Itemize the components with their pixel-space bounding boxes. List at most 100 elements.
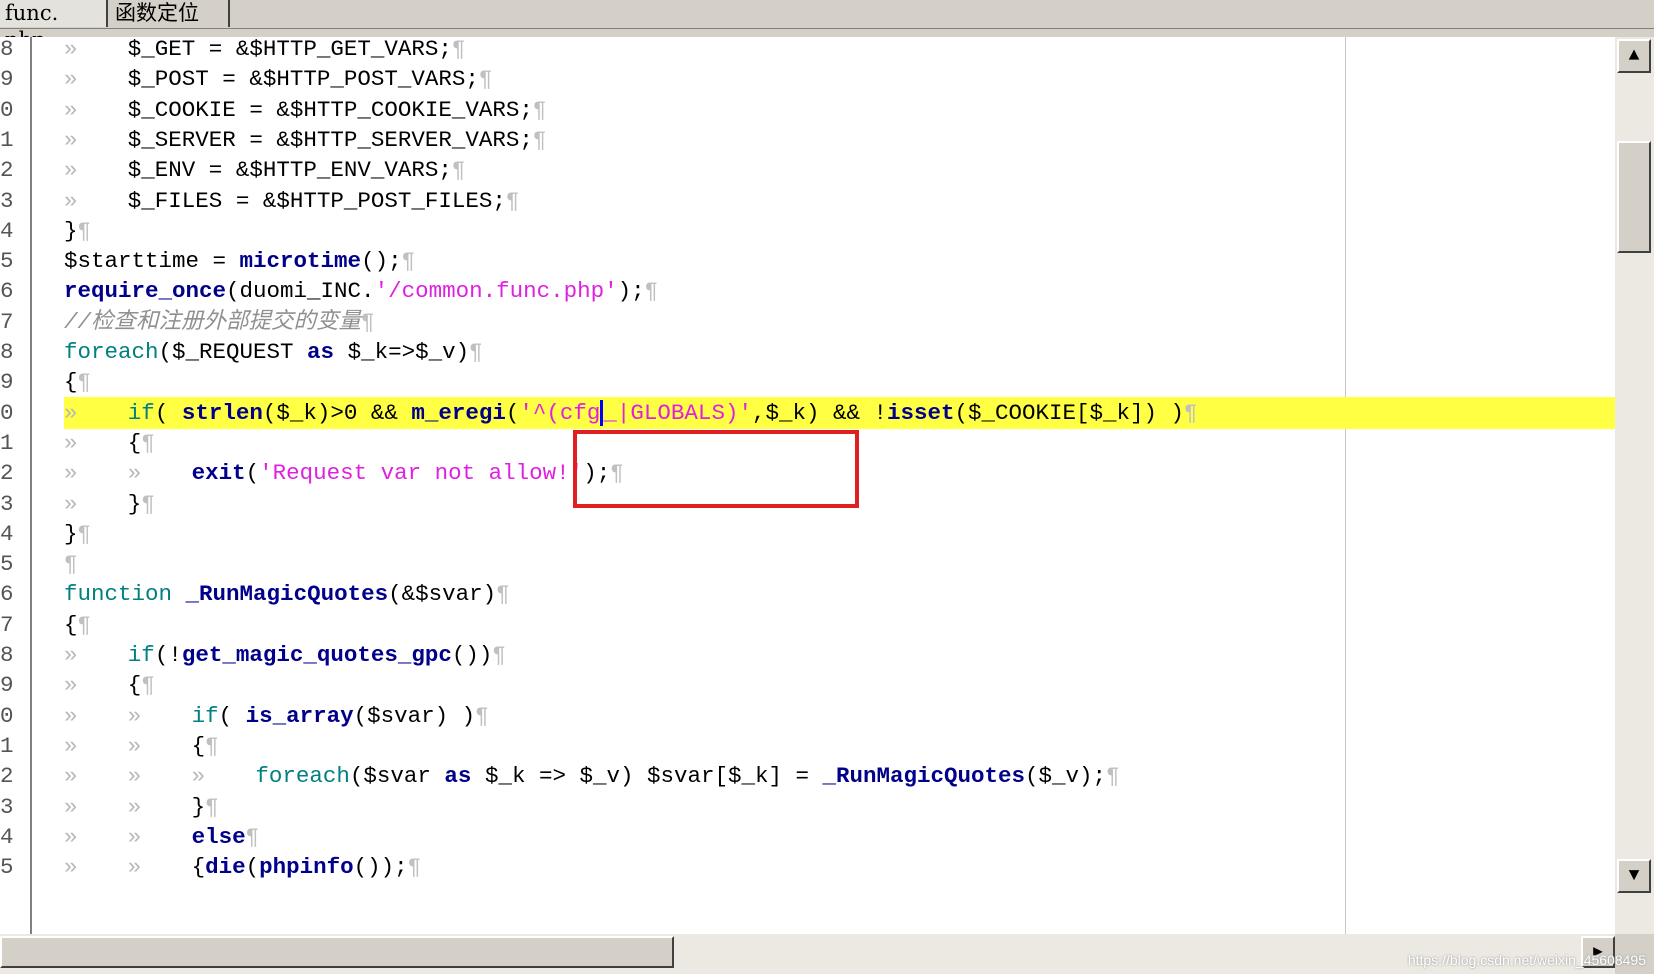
line-number: 5 bbox=[0, 248, 14, 275]
eol-marker: ¶ bbox=[141, 490, 155, 517]
line-number: 7 bbox=[0, 308, 14, 335]
code-line[interactable]: 6 require_once(duomi_INC.'/common.func.ph… bbox=[0, 275, 1615, 307]
code-text: » $_ENV = &$HTTP_ENV_VARS;¶ bbox=[64, 154, 1615, 186]
code-line[interactable]: 3 » »}¶ bbox=[0, 791, 1615, 823]
code-editor[interactable]: 8 » $_GET = &$HTTP_GET_VARS; ¶ 9 » $_POST = &$… bbox=[0, 37, 1615, 934]
code-token: ($_COOKIE[$_k]) ) bbox=[954, 399, 1185, 426]
code-token: (! bbox=[154, 642, 182, 668]
code-line[interactable]: 7 //检查和注册外部提交的变量¶ bbox=[0, 306, 1615, 338]
code-line[interactable]: 2 » $_ENV = &$HTTP_ENV_VARS;¶ bbox=[0, 154, 1615, 186]
code-text: » » if( is_array($svar) )¶ bbox=[64, 700, 1615, 732]
code-text: » $_GET = &$HTTP_GET_VARS;¶ bbox=[64, 37, 1615, 65]
line-number: 8 bbox=[0, 642, 14, 668]
line-number: 5 bbox=[0, 854, 14, 881]
scroll-down-icon[interactable]: ▼ bbox=[1617, 859, 1651, 893]
code-token: $_COOKIE = &$HTTP_COOKIE_VARS; bbox=[127, 96, 533, 123]
code-line[interactable]: 8 foreach($_REQUEST as $_k=>$_v)¶ bbox=[0, 336, 1615, 368]
tab-function-locate[interactable]: 函数定位 bbox=[110, 0, 230, 27]
eol-marker: ¶ bbox=[532, 126, 547, 153]
code-line[interactable]: 2 » » exit('Request var not allow!');¶ bbox=[0, 457, 1615, 489]
tab-marker: » bbox=[127, 732, 142, 759]
code-token: $_POST = &$HTTP_POST_VARS; bbox=[127, 66, 479, 93]
code-token: require_once bbox=[64, 278, 227, 305]
code-line[interactable]: 8 » $_GET = &$HTTP_GET_VARS;¶ bbox=[0, 37, 1615, 65]
eol-marker: ¶ bbox=[205, 732, 219, 759]
code-text: » » » foreach($svar as $_k => $_v) $svar[$_… bbox=[64, 760, 1615, 792]
eol-marker: ¶ bbox=[496, 581, 510, 608]
code-token: (); bbox=[361, 248, 402, 275]
eol-marker: ¶ bbox=[1184, 399, 1198, 426]
vertical-scroll-thumb[interactable] bbox=[1617, 141, 1651, 253]
code-line[interactable]: 4 » » else¶ bbox=[0, 821, 1615, 853]
code-token: '/common.func.php' bbox=[374, 278, 618, 305]
code-line[interactable]: 1 » {¶ bbox=[0, 427, 1615, 459]
code-line[interactable]: 3 »}¶ bbox=[0, 488, 1615, 520]
code-line[interactable]: 2 » » » foreach($svar as $_k => $_v) $svar[$… bbox=[0, 760, 1615, 792]
line-number: 0 bbox=[0, 702, 14, 729]
eol-marker: ¶ bbox=[505, 187, 520, 214]
tab-marker: » bbox=[127, 460, 142, 487]
horizontal-scrollbar[interactable]: ▶ bbox=[0, 934, 1615, 974]
horizontal-scroll-thumb[interactable] bbox=[0, 936, 674, 968]
code-token: { bbox=[64, 611, 78, 638]
code-line[interactable]: 9 » $_POST = &$HTTP_POST_VARS;¶ bbox=[0, 63, 1615, 95]
code-token: foreach bbox=[255, 763, 350, 790]
code-line[interactable]: 3 » $_FILES = &$HTTP_POST_FILES;¶ bbox=[0, 185, 1615, 217]
code-token: (&$svar) bbox=[388, 581, 497, 608]
eol-marker: ¶ bbox=[469, 339, 483, 365]
code-token: 'Request var not allow!' bbox=[259, 460, 584, 487]
code-token: { bbox=[64, 369, 78, 396]
code-text: //检查和注册外部提交的变量¶ bbox=[64, 306, 1615, 338]
code-token: phpinfo bbox=[259, 854, 354, 881]
code-line[interactable]: 5 » » {die(phpinfo());¶ bbox=[0, 851, 1615, 883]
code-token: _|GLOBALS)' bbox=[603, 399, 752, 426]
code-token: //检查和注册外部提交的变量 bbox=[64, 308, 362, 335]
code-text: » $_COOKIE = &$HTTP_COOKIE_VARS;¶ bbox=[64, 94, 1615, 126]
eol-marker: ¶ bbox=[610, 460, 624, 487]
code-line[interactable]: 8 » if(!get_magic_quotes_gpc())¶ bbox=[0, 639, 1615, 671]
code-line[interactable]: 4}¶ bbox=[0, 518, 1615, 550]
code-token: ( bbox=[245, 460, 260, 487]
code-line[interactable]: 0 » » if( is_array($svar) )¶ bbox=[0, 700, 1615, 732]
code-line[interactable]: 0 » $_COOKIE = &$HTTP_COOKIE_VARS;¶ bbox=[0, 94, 1615, 126]
code-line[interactable]: 9 » {¶ bbox=[0, 669, 1615, 701]
line-number: 2 bbox=[0, 763, 14, 790]
code-token: $_ENV = &$HTTP_ENV_VARS; bbox=[127, 157, 452, 184]
code-line[interactable]: 1 » » {¶ bbox=[0, 730, 1615, 762]
code-line[interactable]: 6 function _RunMagicQuotes(&$svar)¶ bbox=[0, 578, 1615, 610]
tab-marker: » bbox=[127, 823, 142, 850]
code-token: _RunMagicQuotes bbox=[185, 581, 389, 608]
code-token: } bbox=[127, 490, 142, 517]
tab-marker: » bbox=[127, 702, 142, 729]
code-line[interactable]: 7 {¶ bbox=[0, 609, 1615, 641]
code-line[interactable]: 5 ¶ bbox=[0, 548, 1615, 580]
tab-func-php[interactable]: func. php bbox=[0, 0, 108, 52]
tab-marker: » bbox=[64, 429, 78, 456]
code-token: function bbox=[64, 581, 173, 608]
code-token: die bbox=[205, 854, 246, 881]
line-number: 6 bbox=[0, 581, 14, 608]
code-token: ($_REQUEST bbox=[158, 339, 308, 365]
code-token: ($_v); bbox=[1025, 763, 1107, 790]
code-token: if bbox=[127, 399, 155, 426]
eol-marker: ¶ bbox=[141, 429, 155, 456]
code-line[interactable]: 0» if( strlen($_k)>0 && m_eregi('^(cfg _|G… bbox=[0, 396, 1615, 429]
code-text: » if(!get_magic_quotes_gpc())¶ bbox=[64, 639, 1615, 671]
code-token: (duomi_INC. bbox=[226, 278, 375, 305]
code-line[interactable]: 5 $starttime = microtime();¶ bbox=[0, 245, 1615, 277]
tab-marker: » bbox=[191, 763, 206, 790]
code-token: ); bbox=[617, 278, 645, 305]
line-number: 0 bbox=[0, 399, 14, 426]
code-token: ( bbox=[218, 702, 246, 729]
code-text: » {¶ bbox=[64, 427, 1615, 459]
code-token: $_k => $_v) $svar[$_k] = bbox=[471, 763, 823, 790]
vertical-scrollbar[interactable]: ▲ ▼ bbox=[1615, 37, 1654, 934]
eol-marker: ¶ bbox=[205, 793, 219, 820]
tab-marker: » bbox=[64, 823, 78, 850]
code-text: » {¶ bbox=[64, 669, 1615, 701]
code-line[interactable]: 1 » $_SERVER = &$HTTP_SERVER_VARS;¶ bbox=[0, 124, 1615, 156]
code-line[interactable]: 4}¶ bbox=[0, 215, 1615, 247]
scroll-up-icon[interactable]: ▲ bbox=[1617, 39, 1651, 73]
code-line[interactable]: 9 {¶ bbox=[0, 366, 1615, 398]
